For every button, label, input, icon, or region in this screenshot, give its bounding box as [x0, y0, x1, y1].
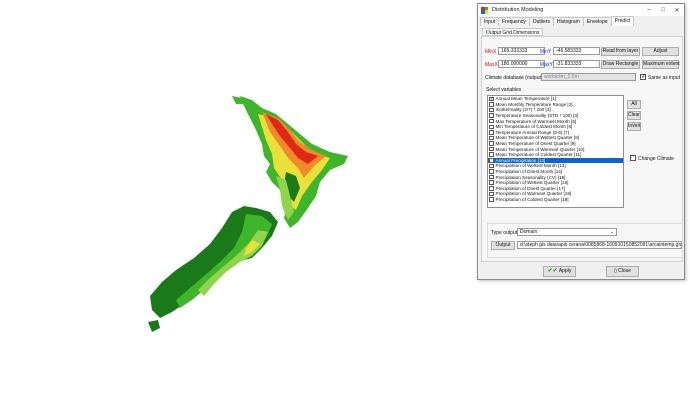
- type-output-value: Domain: [520, 229, 538, 235]
- variable-label: Precipitation of Driest Month [14]: [495, 169, 563, 175]
- select-all-button[interactable]: All: [627, 100, 641, 109]
- variable-checkbox[interactable]: [489, 107, 494, 113]
- minx-label: MinX: [485, 49, 497, 55]
- variable-checkbox[interactable]: [489, 186, 494, 191]
- minimize-icon[interactable]: –: [642, 4, 656, 16]
- dialog-footer: ✔✔ Apply ▯ Close: [478, 263, 684, 280]
- type-output-select[interactable]: Domain ⌄: [517, 228, 617, 236]
- type-output-label: Type output: [491, 230, 518, 236]
- checkmark-icon: ✔✔: [547, 268, 558, 274]
- variable-label: Annual Precipitation [12]: [495, 157, 546, 163]
- minx-field[interactable]: 165.333333: [498, 47, 545, 55]
- draw-rectangle-button[interactable]: Draw Rectangle: [601, 60, 640, 69]
- variable-label: Precipitation of Driest Quarter [17]: [495, 185, 565, 191]
- clear-button[interactable]: Clear: [627, 111, 641, 120]
- output-button[interactable]: Output: [491, 241, 515, 250]
- maxy-field[interactable]: -31.833333: [553, 60, 600, 68]
- variable-checkbox[interactable]: [489, 130, 494, 135]
- change-climate-checkbox[interactable]: [630, 155, 636, 161]
- maxx-label: MaxX: [485, 62, 498, 68]
- variable-label: Mean Temperature of Wettest Quarter [8]: [495, 135, 580, 141]
- tab-bar: Input Frequency Outliers Histogram Envel…: [480, 16, 635, 26]
- title-bar[interactable]: Distribution Modeling – □ ✕: [478, 4, 684, 16]
- variable-checkbox[interactable]: [489, 180, 494, 185]
- variable-checkbox[interactable]: [489, 141, 494, 146]
- variable-label: Mean Monthly Temperature Range [2]: [495, 101, 573, 107]
- maximize-icon[interactable]: □: [656, 4, 670, 16]
- read-from-layer-button[interactable]: Read from layer: [601, 47, 640, 56]
- variable-label: Annual Mean Temperature [1]: [495, 96, 556, 102]
- variable-label: Precipitation Seasonality (CV) [15]: [495, 174, 566, 180]
- predict-panel: MinX 165.333333 MinY -46.583333 Read fro…: [481, 36, 683, 262]
- variable-checkbox[interactable]: [489, 197, 494, 202]
- variable-checkbox[interactable]: [489, 113, 494, 118]
- close-button[interactable]: ▯ Close: [606, 266, 639, 277]
- maxy-label: MaxY: [540, 62, 553, 68]
- adjust-button[interactable]: Adjust: [642, 47, 679, 56]
- tab-predict[interactable]: Predict: [610, 16, 635, 26]
- variable-label: Min Temperature of Coldest Month [6]: [495, 124, 573, 130]
- distribution-modeling-dialog: Distribution Modeling – □ ✕ Input Freque…: [477, 3, 685, 280]
- variable-checkbox[interactable]: [489, 124, 494, 130]
- variable-checkbox[interactable]: [489, 135, 494, 141]
- tab-envelope[interactable]: Envelope: [582, 17, 612, 26]
- same-as-input-label: Same as input: [648, 75, 680, 81]
- door-icon: ▯: [614, 268, 617, 274]
- stewart-island: [148, 320, 160, 332]
- subtab-output-grid[interactable]: Output Grid Dimensions: [482, 28, 544, 36]
- climate-database-label: Climate database (output): [485, 75, 543, 81]
- apply-label: Apply: [558, 268, 572, 274]
- variable-label: Temperature Annual Range (5-6) [7]: [495, 129, 569, 135]
- tab-frequency[interactable]: Frequency: [498, 17, 530, 26]
- variable-checkbox[interactable]: [489, 169, 494, 174]
- window-title: Distribution Modeling: [492, 7, 544, 13]
- variable-label: Precipitation of Warmest Quarter [18]: [495, 191, 572, 197]
- variable-checkbox[interactable]: [489, 191, 494, 197]
- variable-label: Max Temperature of Warmest Month [5]: [495, 118, 577, 124]
- variable-checkbox[interactable]: [489, 163, 494, 169]
- south-island: [148, 206, 278, 332]
- variable-label: Precipitation of Wettest Quarter [16]: [495, 180, 569, 186]
- app-icon: [481, 6, 488, 14]
- climate-database-field: worldclim_2.5m: [541, 73, 636, 81]
- variable-label: Mean Temperature of Coldest Quarter [11]: [495, 152, 582, 158]
- variable-label: Isothermality (2/7) * 100 [3]: [495, 107, 551, 113]
- close-icon[interactable]: ✕: [670, 4, 684, 16]
- variables-listbox[interactable]: Annual Mean Temperature [1]Mean Monthly …: [487, 95, 624, 208]
- change-climate-label: Change Climate: [638, 156, 674, 162]
- apply-button[interactable]: ✔✔ Apply: [543, 266, 576, 277]
- miny-label: MinY: [540, 49, 552, 55]
- chevron-down-icon: ⌄: [609, 229, 614, 235]
- variable-checkbox[interactable]: [489, 118, 494, 124]
- tab-input[interactable]: Input: [480, 17, 500, 26]
- variable-label: Mean Temperature of Driest Quarter [9]: [495, 141, 576, 147]
- tab-histogram[interactable]: Histogram: [552, 17, 584, 26]
- tab-outliers[interactable]: Outliers: [528, 17, 554, 26]
- variable-checkbox[interactable]: [489, 146, 494, 152]
- miny-field[interactable]: -46.583333: [553, 47, 600, 55]
- output-path-field[interactable]: d:\steph gis data\apis cerana\0085868-16…: [517, 241, 682, 249]
- maximum-extent-button[interactable]: Maximum extent: [642, 60, 680, 69]
- variable-label: Precipitation of Wettest Month [13]: [495, 163, 566, 169]
- variable-checkbox[interactable]: [489, 157, 494, 163]
- variable-label: Mean Temperature of Warmest Quarter [10]: [495, 146, 585, 152]
- select-variables-label: Select variables: [486, 87, 522, 93]
- same-as-input-checkbox[interactable]: [640, 73, 646, 80]
- variable-label: Precipitation of Coldest Quarter [19]: [495, 196, 569, 202]
- invert-button[interactable]: Invert: [627, 122, 641, 131]
- close-label: Close: [618, 268, 631, 274]
- variable-checkbox[interactable]: [489, 102, 494, 107]
- output-group: Type output Domain ⌄ Output d:\steph gis…: [487, 223, 683, 258]
- variable-label: Temperature Seasonality (STD * 100) [4]: [495, 113, 579, 119]
- variable-checkbox[interactable]: [489, 174, 494, 180]
- maxx-field[interactable]: 180.000000: [498, 60, 545, 68]
- variable-checkbox[interactable]: [489, 96, 494, 101]
- list-item[interactable]: Precipitation of Coldest Quarter [19]: [488, 197, 623, 203]
